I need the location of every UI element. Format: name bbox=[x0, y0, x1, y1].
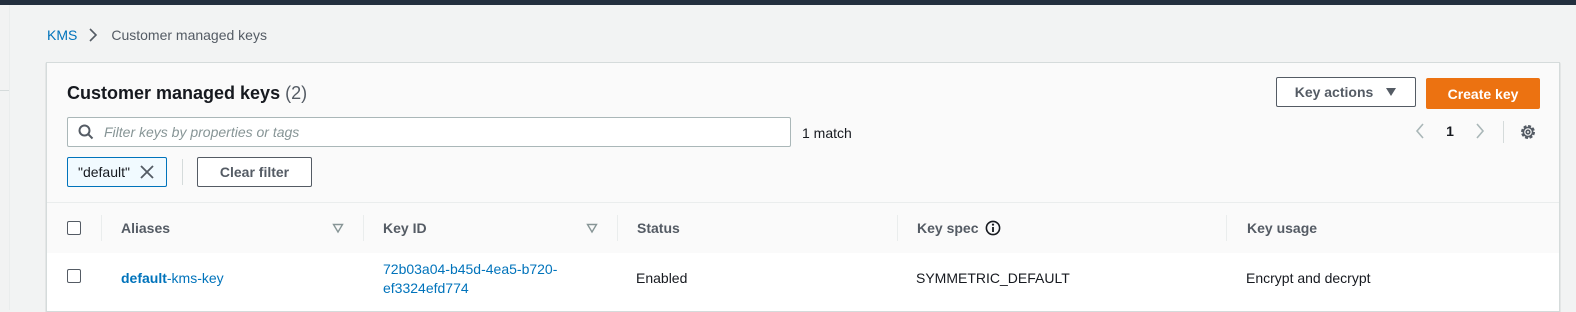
column-header-key-spec: Key spec bbox=[917, 203, 1001, 253]
sort-down-icon[interactable] bbox=[586, 222, 598, 234]
alias-link[interactable]: default-kms-key bbox=[121, 270, 224, 286]
key-actions-label: Key actions bbox=[1294, 84, 1374, 100]
column-header-aliases[interactable]: Aliases bbox=[121, 203, 170, 253]
create-key-button[interactable]: Create key bbox=[1426, 78, 1540, 109]
alias-match-highlight: default bbox=[121, 270, 167, 286]
status-cell: Enabled bbox=[636, 270, 688, 286]
token-divider bbox=[182, 159, 183, 185]
filter-token: "default" bbox=[67, 157, 167, 187]
chevron-left-icon[interactable] bbox=[1410, 121, 1430, 141]
pagination: 1 bbox=[1410, 121, 1490, 141]
key-id-line-2: ef3324efd774 bbox=[383, 280, 469, 296]
key-spec-cell: SYMMETRIC_DEFAULT bbox=[916, 270, 1070, 286]
select-all-checkbox[interactable] bbox=[67, 221, 81, 235]
alias-rest: -kms-key bbox=[166, 270, 224, 286]
panel-title-count: (2) bbox=[285, 83, 308, 103]
gear-icon[interactable] bbox=[1519, 123, 1537, 141]
sort-down-icon[interactable] bbox=[332, 222, 344, 234]
panel-title: Customer managed keys (2) bbox=[67, 83, 307, 104]
search-icon bbox=[78, 124, 94, 140]
breadcrumb-kms-link[interactable]: KMS bbox=[47, 27, 77, 43]
keys-table-panel: Customer managed keys (2) Key actions Cr… bbox=[46, 62, 1560, 312]
clear-filter-button[interactable]: Clear filter bbox=[197, 157, 312, 187]
filter-token-label: "default" bbox=[78, 164, 130, 180]
key-id-link[interactable]: 72b03a04-b45d-4ea5-b720- ef3324efd774 bbox=[383, 260, 557, 298]
column-header-key-spec-label: Key spec bbox=[917, 220, 979, 236]
column-header-key-id[interactable]: Key ID bbox=[383, 203, 427, 253]
current-page-number[interactable]: 1 bbox=[1430, 123, 1470, 139]
panel-title-text: Customer managed keys bbox=[67, 83, 281, 103]
breadcrumb-current: Customer managed keys bbox=[111, 27, 267, 43]
filter-search-box[interactable] bbox=[67, 117, 791, 147]
match-count: 1 match bbox=[802, 125, 852, 141]
row-select-checkbox[interactable] bbox=[67, 269, 81, 283]
key-actions-button[interactable]: Key actions bbox=[1276, 77, 1416, 107]
pagination-divider bbox=[1503, 121, 1504, 143]
chevron-right-icon bbox=[89, 28, 98, 42]
table-header: Aliases Key ID Status Key spec Key usage bbox=[47, 202, 1559, 254]
caret-down-icon bbox=[1386, 88, 1397, 96]
side-navigation-collapsed bbox=[0, 5, 10, 310]
chevron-right-icon[interactable] bbox=[1470, 121, 1490, 141]
table-row: default-kms-key 72b03a04-b45d-4ea5-b720-… bbox=[47, 253, 1559, 311]
breadcrumb: KMS Customer managed keys bbox=[47, 27, 267, 43]
column-header-status[interactable]: Status bbox=[637, 203, 680, 253]
filter-input[interactable] bbox=[102, 123, 790, 141]
info-icon[interactable] bbox=[985, 220, 1001, 236]
close-icon[interactable] bbox=[140, 165, 154, 179]
column-header-key-usage[interactable]: Key usage bbox=[1247, 203, 1317, 253]
key-id-line-1: 72b03a04-b45d-4ea5-b720- bbox=[383, 261, 558, 277]
key-usage-cell: Encrypt and decrypt bbox=[1246, 270, 1371, 286]
top-navigation-bar bbox=[0, 0, 1576, 5]
